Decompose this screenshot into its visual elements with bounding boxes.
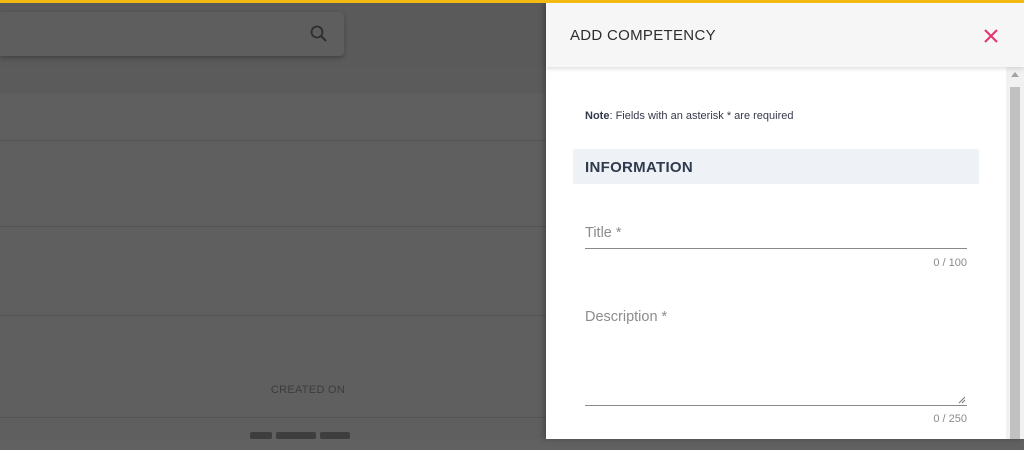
background-toolbar-row (0, 67, 546, 93)
note-text: : Fields with an asterisk * are required (609, 110, 794, 122)
note-label: Note (585, 110, 610, 122)
background-page: CREATED ON (0, 0, 546, 439)
required-fields-note: Note: Fields with an asterisk * are requ… (585, 110, 793, 122)
background-divider (0, 140, 546, 141)
table-header-created-on: CREATED ON (270, 384, 346, 396)
drawer-title: ADD COMPETENCY (570, 27, 716, 44)
background-cell-obscured (250, 432, 360, 442)
description-field[interactable]: Description * 0 / 250 (585, 301, 967, 431)
close-icon[interactable] (980, 25, 1002, 47)
description-field-label: Description * (585, 309, 668, 325)
top-accent-bar (0, 0, 1024, 3)
background-divider (0, 315, 546, 316)
drawer-header: ADD COMPETENCY (546, 3, 1024, 67)
add-competency-drawer: ADD COMPETENCY Note: Fields with an aste… (546, 3, 1024, 439)
title-field[interactable]: Title * 0 / 100 (585, 217, 967, 273)
scroll-thumb[interactable] (1010, 87, 1020, 439)
search-icon (310, 25, 327, 42)
background-divider (0, 417, 546, 418)
section-title: INFORMATION (585, 159, 694, 176)
description-char-counter: 0 / 250 (933, 413, 967, 425)
scroll-up-arrow-icon[interactable] (1011, 72, 1019, 77)
title-field-label: Title * (585, 225, 622, 241)
title-field-underline (585, 248, 967, 249)
drawer-scrollbar[interactable] (1006, 67, 1024, 439)
background-divider (0, 226, 546, 227)
information-section-header: INFORMATION (573, 149, 979, 184)
description-field-underline (585, 405, 967, 406)
title-char-counter: 0 / 100 (933, 257, 967, 269)
textarea-resize-icon[interactable] (958, 396, 966, 404)
background-search-bar (0, 12, 344, 56)
